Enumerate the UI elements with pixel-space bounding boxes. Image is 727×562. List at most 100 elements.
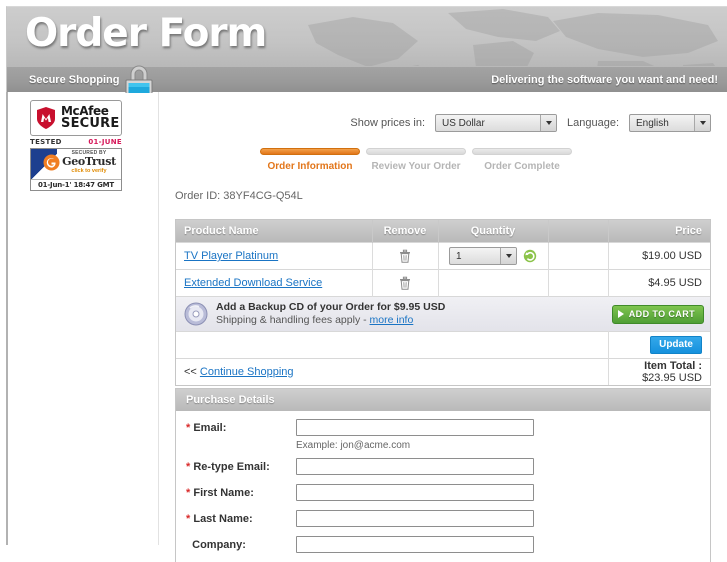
cart-remove-cell	[372, 242, 439, 270]
cart-remove-cell	[372, 269, 439, 297]
backup-cd-headline: Add a Backup CD of your Order for $9.95 …	[216, 300, 446, 313]
cart-product-cell: Extended Download Service	[176, 269, 373, 297]
chevron-right-icon	[617, 310, 624, 318]
cart-quantity-cell: 1	[438, 242, 549, 270]
cart-quantity-cell	[438, 269, 549, 297]
field-row-retype-email: * Re-type Email:	[186, 458, 700, 475]
step-bar	[260, 148, 360, 155]
mcafee-tested-date: 01-JUNE	[88, 138, 122, 146]
product-link[interactable]: Extended Download Service	[184, 277, 322, 289]
first-name-label: * First Name:	[186, 487, 296, 499]
cart-spacer-cell	[548, 242, 609, 270]
backup-cd-cell: Add a Backup CD of your Order for $9.95 …	[176, 296, 710, 332]
product-link[interactable]: TV Player Platinum	[184, 250, 278, 262]
chevron-down-icon	[694, 115, 710, 131]
padlock-icon	[125, 65, 153, 93]
locale-toolbar: Show prices in: US Dollar Language: Engl…	[350, 114, 711, 132]
first-name-label-text: First Name:	[193, 486, 254, 499]
mcafee-shield-icon	[37, 107, 55, 129]
continue-shopping-link[interactable]: Continue Shopping	[200, 366, 294, 378]
cart-price-cell: $19.00 USD	[608, 242, 710, 270]
refresh-icon[interactable]	[523, 249, 537, 263]
update-button-cell: Update	[608, 331, 710, 359]
retype-email-field[interactable]	[296, 458, 534, 475]
chevron-down-icon	[540, 115, 556, 131]
table-row: Extended Download Service $4.95 USD	[176, 269, 710, 297]
page-body: McAfee SECURE TESTED 01-JUNE SECURED BY …	[6, 92, 727, 562]
cart-table: Product Name Remove Quantity Price TV Pl…	[175, 219, 711, 386]
required-marker: *	[186, 421, 191, 434]
geotrust-badge-top: SECURED BY GeoTrust click to verify	[31, 149, 121, 179]
purchase-details-form: * Email: Example: jon@acme.com * Re-type…	[176, 411, 710, 553]
backup-cd-subline: Shipping & handling fees apply - more in…	[216, 314, 612, 327]
currency-select-value: US Dollar	[442, 117, 485, 129]
quantity-select[interactable]: 1	[449, 247, 517, 265]
quantity-select-value: 1	[456, 250, 462, 262]
item-total-cell: Item Total : $23.95 USD	[608, 358, 710, 385]
geotrust-timestamp: 01-Jun-1' 18:47 GMT	[31, 179, 121, 190]
more-info-link[interactable]: more info	[370, 314, 414, 326]
item-total-value: $23.95 USD	[642, 372, 702, 384]
step-review-your-order[interactable]: Review Your Order	[366, 148, 466, 172]
column-header-quantity: Quantity	[438, 220, 549, 243]
email-field[interactable]	[296, 419, 534, 436]
step-order-complete[interactable]: Order Complete	[472, 148, 572, 172]
quantity-controls: 1	[449, 247, 537, 265]
email-label: * Email:	[186, 422, 296, 434]
required-marker: *	[186, 460, 191, 473]
retype-email-label: * Re-type Email:	[186, 461, 296, 473]
step-order-information[interactable]: Order Information	[260, 148, 360, 172]
geotrust-name: GeoTrust	[62, 155, 116, 168]
field-row-email: * Email:	[186, 419, 700, 436]
geotrust-swirl-icon	[43, 154, 60, 171]
retype-email-label-text: Re-type Email:	[193, 460, 270, 473]
order-form-page: Order Form Secure Shopping Delivering th…	[0, 0, 727, 562]
purchase-details-heading: Purchase Details	[176, 389, 710, 411]
language-label: Language:	[567, 117, 619, 129]
last-name-label: * Last Name:	[186, 513, 296, 525]
mcafee-tested-row: TESTED 01-JUNE	[30, 138, 122, 146]
first-name-field[interactable]	[296, 484, 534, 501]
currency-select[interactable]: US Dollar	[435, 114, 557, 132]
required-marker: *	[186, 486, 191, 499]
trash-icon[interactable]	[399, 249, 411, 263]
continue-shopping-prefix: <<	[184, 366, 197, 378]
trash-icon[interactable]	[399, 276, 411, 290]
field-row-last-name: * Last Name:	[186, 510, 700, 527]
last-name-label-text: Last Name:	[193, 512, 253, 525]
geotrust-badge[interactable]: SECURED BY GeoTrust click to verify 01-J…	[30, 148, 122, 191]
email-label-text: Email:	[193, 421, 227, 434]
column-header-price: Price	[608, 220, 710, 243]
backup-cd-shipping-text: Shipping & handling fees apply -	[216, 314, 370, 326]
cart-update-row: Update	[176, 331, 710, 359]
language-select[interactable]: English	[629, 114, 711, 132]
add-to-cart-button[interactable]: ADD TO CART	[611, 304, 704, 324]
cart-price-cell: $4.95 USD	[608, 269, 710, 297]
header-subbar: Secure Shopping Delivering the software …	[7, 66, 727, 93]
email-hint: Example: jon@acme.com	[296, 440, 411, 451]
currency-label: Show prices in:	[350, 117, 425, 129]
mcafee-badge-text: McAfee SECURE	[61, 105, 120, 132]
backup-cd-row: Add a Backup CD of your Order for $9.95 …	[176, 296, 710, 332]
step-label: Order Information	[267, 161, 353, 172]
geotrust-verify-text[interactable]: click to verify	[59, 168, 119, 174]
cart-total-row: << Continue Shopping Item Total : $23.95…	[176, 358, 710, 385]
last-name-field[interactable]	[296, 510, 534, 527]
order-id-text: Order ID: 38YF4CG-Q54L	[175, 190, 303, 202]
update-button[interactable]: Update	[650, 336, 702, 354]
sidebar-column: McAfee SECURE TESTED 01-JUNE SECURED BY …	[6, 92, 158, 545]
step-label: Review Your Order	[371, 161, 461, 172]
checkout-progress-steps: Order Information Review Your Order Orde…	[260, 148, 572, 172]
secure-shopping-tab[interactable]: Secure Shopping	[21, 67, 133, 93]
continue-shopping-cell: << Continue Shopping	[176, 358, 609, 385]
table-row: TV Player Platinum 1 $19.00 USD	[176, 242, 710, 270]
item-total-label: Item Total :	[644, 360, 702, 372]
page-title: Order Form	[25, 11, 267, 56]
mcafee-line2: SECURE	[61, 116, 120, 132]
required-marker: *	[186, 512, 191, 525]
compact-disc-icon	[184, 302, 208, 326]
add-to-cart-label: ADD TO CART	[628, 309, 695, 319]
header-tagline: Delivering the software you want and nee…	[491, 74, 718, 86]
mcafee-secure-badge[interactable]: McAfee SECURE	[30, 100, 122, 136]
field-row-first-name: * First Name:	[186, 484, 700, 501]
